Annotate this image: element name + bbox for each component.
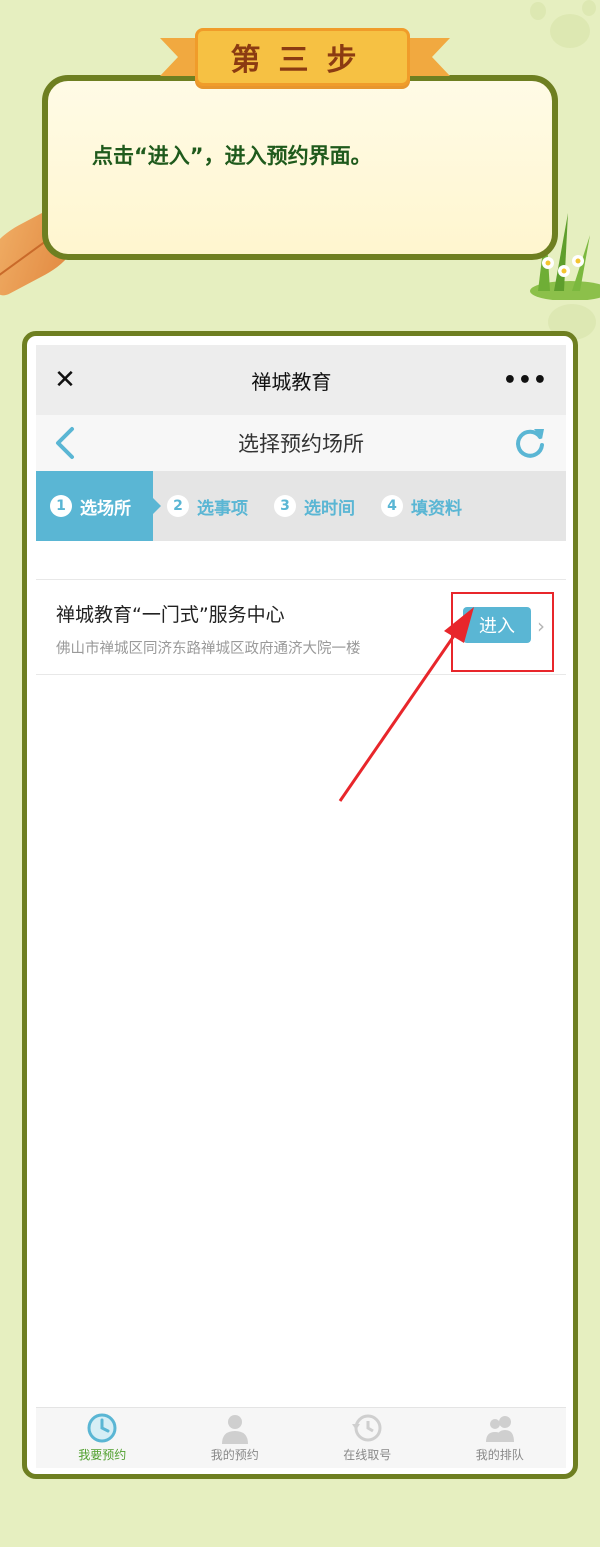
group-icon <box>485 1416 514 1442</box>
venue-address: 佛山市禅城区同济东路禅城区政府通济大院一楼 <box>56 641 361 657</box>
step-number: 2 <box>167 495 189 517</box>
step-label: 填资料 <box>411 498 462 519</box>
step-label: 选场所 <box>80 498 131 519</box>
step-1-select-venue: 1 选场所 <box>36 471 161 541</box>
step-number: 1 <box>50 495 72 517</box>
nav-bar: 选择预约场所 <box>36 415 566 471</box>
wechat-title: 禅城教育 <box>251 369 332 394</box>
bottom-tab-bar: 我要预约 我的预约 在线取号 我的排队 <box>36 1407 566 1468</box>
red-arrow-annotation <box>338 607 474 802</box>
step-label: 选事项 <box>197 498 248 519</box>
tab-my-queue[interactable]: 我的排队 <box>434 1408 567 1468</box>
tab-label: 我的排队 <box>475 1448 524 1462</box>
venue-name: 禅城教育“一门式”服务中心 <box>56 604 285 626</box>
close-icon[interactable]: ✕ <box>50 365 80 395</box>
step-number: 4 <box>381 495 403 517</box>
venue-list-item[interactable]: 禅城教育“一门式”服务中心 佛山市禅城区同济东路禅城区政府通济大院一楼 进入 › <box>36 579 566 675</box>
step-label: 选时间 <box>304 498 355 519</box>
step-progress: 1 选场所 2 选事项 3 选时间 4 填资料 <box>36 471 566 541</box>
tab-label: 在线取号 <box>343 1448 392 1462</box>
step-title: 第三步 <box>195 28 410 86</box>
tab-label: 我的预约 <box>210 1448 259 1462</box>
paw-print-decoration <box>520 0 600 60</box>
step-3-select-time: 3 选时间 <box>274 471 355 541</box>
wechat-title-bar: ✕ 禅城教育 ••• <box>36 345 566 415</box>
history-icon <box>352 1414 382 1442</box>
phone-frame: ✕ 禅城教育 ••• 选择预约场所 1 选场所 2 选事项 3 选时间 4 填资… <box>22 331 578 1479</box>
step-number: 3 <box>274 495 296 517</box>
app-screen: ✕ 禅城教育 ••• 选择预约场所 1 选场所 2 选事项 3 选时间 4 填资… <box>36 345 566 1468</box>
clock-icon <box>87 1413 117 1443</box>
tab-my-appointments[interactable]: 我的预约 <box>169 1408 302 1468</box>
person-icon <box>221 1415 248 1444</box>
back-arrow-icon[interactable] <box>50 425 84 461</box>
ribbon-tail-right <box>404 38 450 76</box>
instruction-text: 点击“进入”，进入预约界面。 <box>92 144 372 168</box>
tab-make-appointment[interactable]: 我要预约 <box>36 1408 169 1468</box>
more-icon[interactable]: ••• <box>503 368 548 393</box>
tab-label: 我要预约 <box>78 1448 127 1462</box>
refresh-icon[interactable] <box>512 425 548 461</box>
step-2-select-item: 2 选事项 <box>167 471 248 541</box>
page-title: 选择预约场所 <box>238 432 364 456</box>
tab-online-ticket[interactable]: 在线取号 <box>301 1408 434 1468</box>
step-4-fill-info: 4 填资料 <box>381 471 462 541</box>
